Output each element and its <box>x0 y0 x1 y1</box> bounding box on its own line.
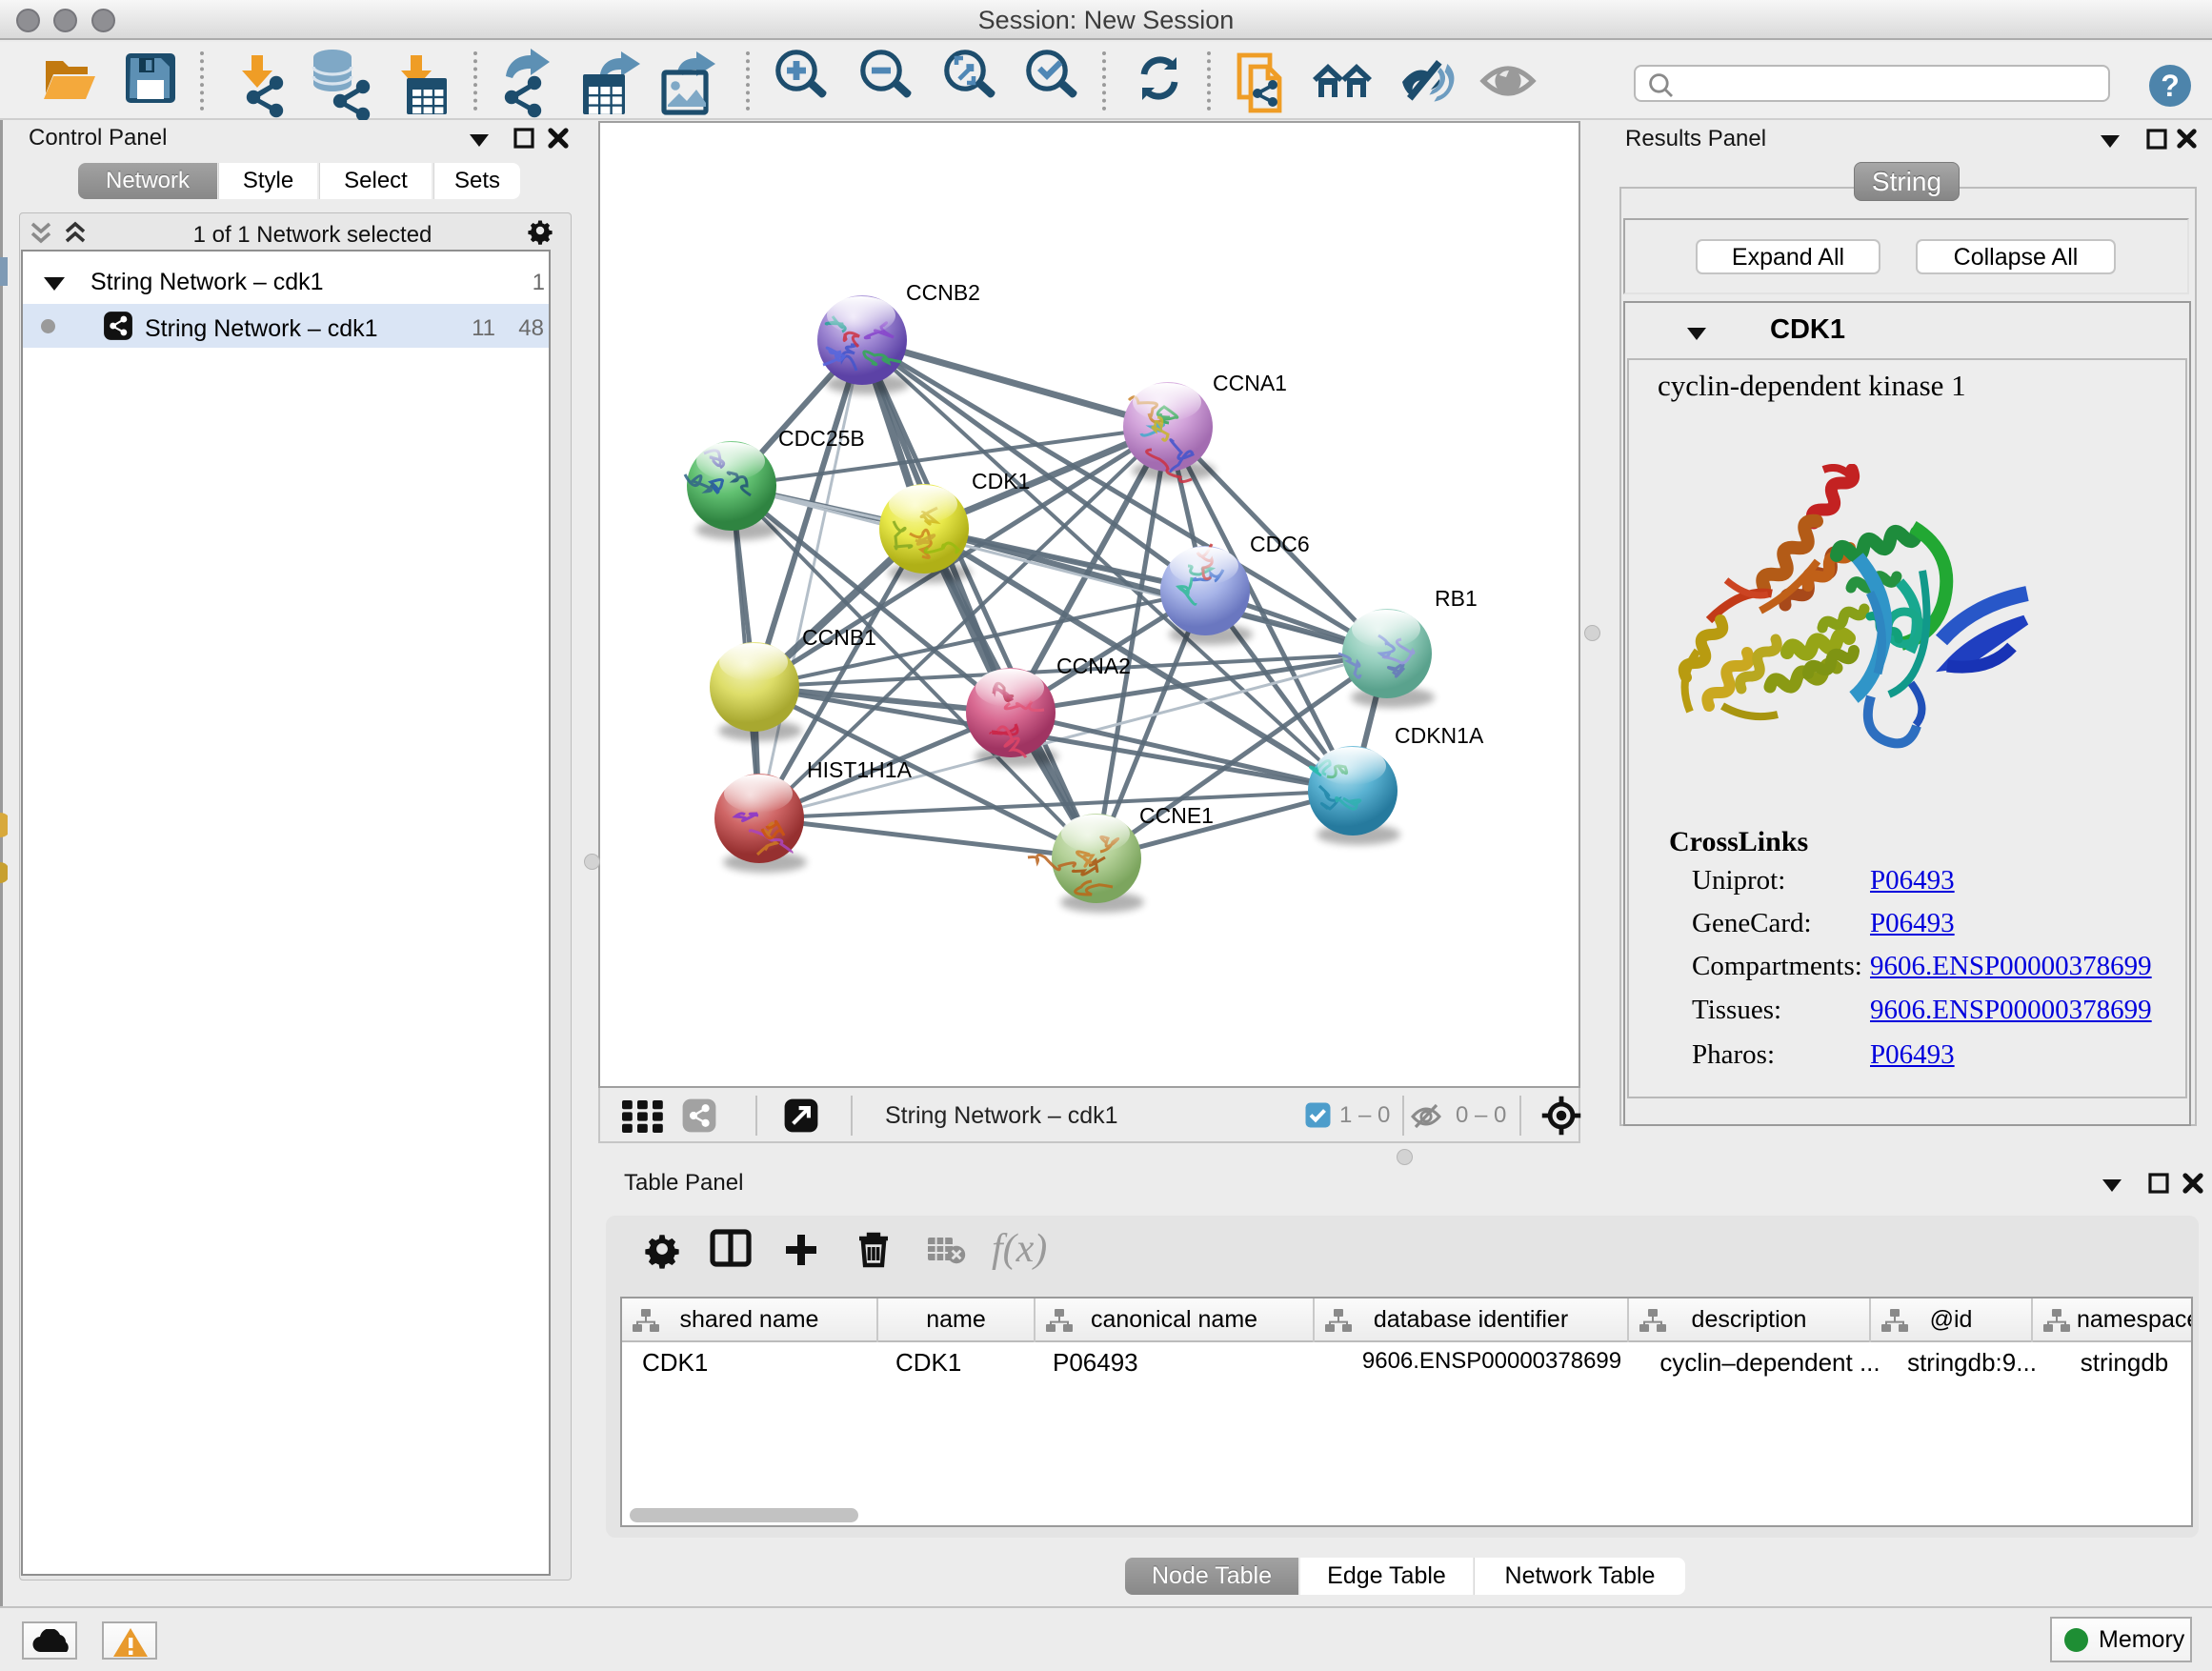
svg-text:CCNA1: CCNA1 <box>1213 371 1287 395</box>
svg-text:CCNB2: CCNB2 <box>906 280 980 305</box>
svg-text:RB1: RB1 <box>1435 586 1478 611</box>
svg-text:CDKN1A: CDKN1A <box>1395 723 1484 748</box>
svg-text:CCNA2: CCNA2 <box>1056 654 1131 678</box>
svg-text:CDK1: CDK1 <box>972 469 1030 493</box>
svg-text:CCNE1: CCNE1 <box>1139 803 1214 828</box>
svg-text:CCNB1: CCNB1 <box>802 625 876 650</box>
svg-text:CDC25B: CDC25B <box>778 426 865 451</box>
svg-text:HIST1H1A: HIST1H1A <box>807 757 913 782</box>
svg-text:?: ? <box>2161 69 2180 103</box>
svg-text:CDC6: CDC6 <box>1250 532 1310 556</box>
